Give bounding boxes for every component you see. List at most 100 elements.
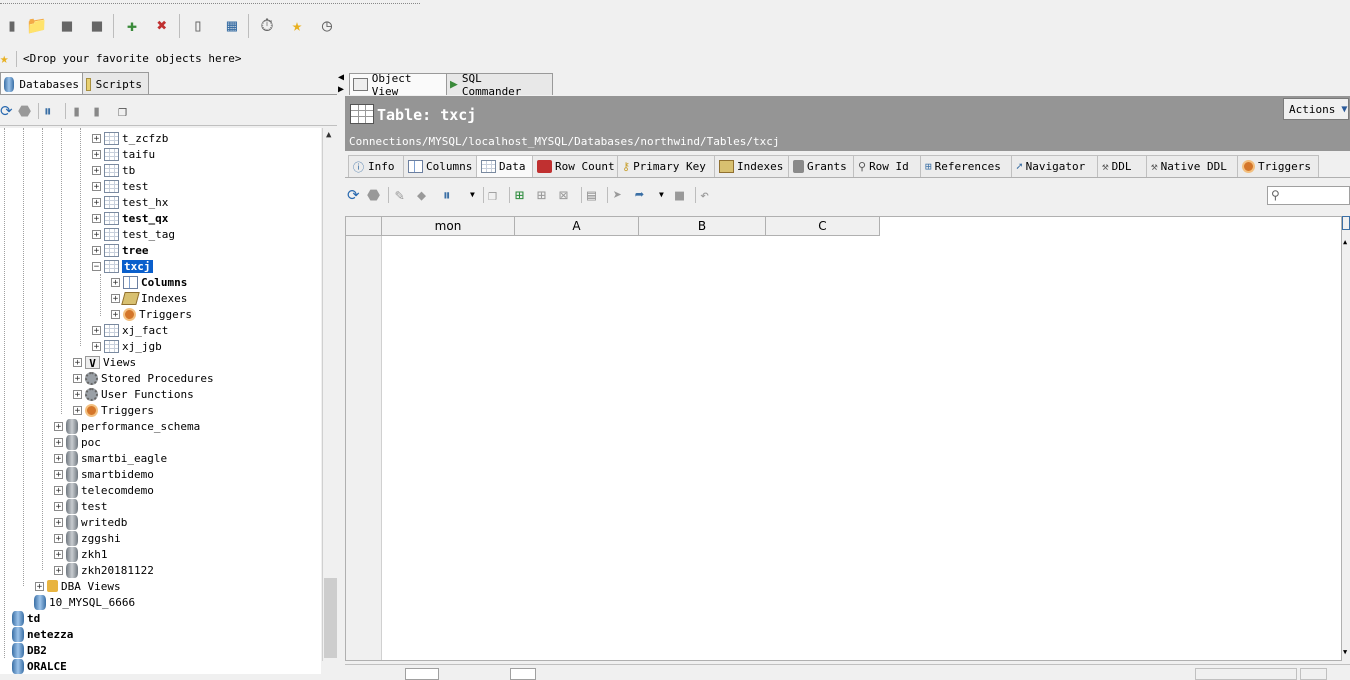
undo-icon[interactable]: ↶ bbox=[700, 186, 709, 204]
copy-icon[interactable]: ❐ bbox=[488, 186, 497, 204]
open-folder-icon[interactable]: 📁 bbox=[25, 14, 49, 38]
chevron-down-icon[interactable]: ▼ bbox=[470, 190, 475, 199]
form-view-icon[interactable]: ▤ bbox=[587, 186, 596, 204]
tab-triggers[interactable]: Triggers bbox=[1237, 155, 1319, 177]
tree-table-node[interactable]: + xj_jgb bbox=[92, 338, 162, 354]
tree-database-node[interactable]: + smartbi_eagle bbox=[54, 450, 167, 466]
tree-table-node[interactable]: + t_zcfzb bbox=[92, 130, 168, 146]
expand-icon[interactable]: + bbox=[92, 213, 101, 223]
tab-sql-commander[interactable]: ▶ SQL Commander bbox=[446, 72, 553, 98]
tree-database-node[interactable]: + test bbox=[54, 498, 108, 514]
tab-columns[interactable]: Columns bbox=[403, 155, 481, 177]
expand-icon[interactable]: + bbox=[111, 309, 120, 319]
scroll-up-arrow-icon[interactable]: ▲ bbox=[1343, 238, 1347, 246]
expand-icon[interactable]: + bbox=[73, 405, 82, 415]
tab-ddl[interactable]: ⚒ DDL bbox=[1097, 155, 1151, 177]
quick-filter-input[interactable]: ⚲ bbox=[1267, 186, 1350, 205]
tree-scrollbar[interactable]: ▲ bbox=[322, 128, 338, 661]
filter-icon[interactable]: ⏸ bbox=[443, 186, 451, 204]
tree-server-node[interactable]: netezza bbox=[12, 626, 73, 642]
expand-icon[interactable]: + bbox=[54, 549, 63, 559]
tree-table-node[interactable]: + xj_fact bbox=[92, 322, 168, 338]
tab-databases[interactable]: Databases bbox=[0, 72, 86, 95]
expand-icon[interactable]: + bbox=[73, 373, 82, 383]
tree-table-node[interactable]: + test_tag bbox=[92, 226, 175, 242]
expand-icon[interactable]: + bbox=[54, 517, 63, 527]
tree-table-node[interactable]: + tree bbox=[92, 242, 149, 258]
expand-icon[interactable]: + bbox=[54, 501, 63, 511]
tab-native-ddl[interactable]: ⚒ Native DDL bbox=[1146, 155, 1242, 177]
tab-navigator[interactable]: ➚ Navigator bbox=[1011, 155, 1103, 177]
tab-info[interactable]: ⓘ Info bbox=[348, 155, 406, 177]
expand-icon[interactable]: + bbox=[54, 453, 63, 463]
tree-views-node[interactable]: + V Views bbox=[73, 354, 136, 370]
tree-database-node[interactable]: + telecomdemo bbox=[54, 482, 154, 498]
tree-server-node[interactable]: td bbox=[12, 610, 40, 626]
splitter-right-arrow-icon[interactable]: ▶ bbox=[338, 84, 344, 95]
tree-triggers-folder-node[interactable]: + Triggers bbox=[73, 402, 154, 418]
tab-primary-key[interactable]: ⚷ Primary Key bbox=[617, 155, 719, 177]
max-rows-field[interactable] bbox=[405, 668, 439, 680]
tree-table-node[interactable]: + test_hx bbox=[92, 194, 168, 210]
expand-icon[interactable]: + bbox=[92, 133, 101, 143]
column-header-mon[interactable]: mon bbox=[382, 217, 515, 236]
tree-database-node[interactable]: + performance_schema bbox=[54, 418, 200, 434]
expand-icon[interactable]: + bbox=[111, 277, 120, 287]
format-icon[interactable]: ◆ bbox=[417, 186, 426, 204]
clipboard-icon[interactable]: ▦ bbox=[220, 14, 244, 38]
server-icon[interactable]: ▯ bbox=[186, 14, 210, 38]
history-icon[interactable]: ◷ bbox=[315, 14, 339, 38]
tree-columns-node[interactable]: + Columns bbox=[111, 274, 187, 290]
expand-icon[interactable]: + bbox=[111, 293, 120, 303]
disconnect-icon[interactable]: ✖ bbox=[150, 14, 174, 38]
splitter-left-arrow-icon[interactable]: ◀ bbox=[338, 72, 344, 83]
column-header-c[interactable]: C bbox=[766, 217, 880, 236]
tree-indexes-node[interactable]: + Indexes bbox=[111, 290, 187, 306]
tree-table-node[interactable]: + taifu bbox=[92, 146, 155, 162]
tree-database-node[interactable]: + zkh1 bbox=[54, 546, 108, 562]
tree-scrollbar-thumb[interactable] bbox=[324, 578, 337, 658]
expand-icon[interactable]: + bbox=[54, 485, 63, 495]
tab-grants[interactable]: Grants bbox=[788, 155, 856, 177]
delete-row-icon[interactable]: ⊠ bbox=[559, 186, 568, 204]
expand-icon[interactable]: + bbox=[54, 469, 63, 479]
expand-icon[interactable]: + bbox=[92, 245, 101, 255]
grid-scrollbar[interactable]: ▲ ▼ bbox=[1342, 216, 1350, 661]
refresh-icon[interactable]: ⟳ bbox=[0, 102, 13, 120]
column-header-b[interactable]: B bbox=[639, 217, 766, 236]
column-header-a[interactable]: A bbox=[515, 217, 639, 236]
tree-database-node[interactable]: + poc bbox=[54, 434, 101, 450]
tree-database-node[interactable]: + smartbidemo bbox=[54, 466, 154, 482]
tree-procedures-node[interactable]: + Stored Procedures bbox=[73, 370, 214, 386]
paste-icon[interactable]: ▮ bbox=[92, 102, 101, 120]
tab-object-view[interactable]: Object View bbox=[349, 72, 450, 98]
new-connection-icon[interactable]: ▮ bbox=[0, 14, 24, 38]
edit-icon[interactable]: ✎ bbox=[395, 186, 404, 204]
tree-table-node[interactable]: + test_qx bbox=[92, 210, 168, 226]
expand-icon[interactable]: + bbox=[54, 533, 63, 543]
tree-connection-node[interactable]: 10_MYSQL_6666 bbox=[30, 594, 135, 610]
favorites-bar[interactable]: ★ <Drop your favorite objects here> bbox=[0, 48, 1350, 70]
data-grid[interactable]: mon A B C bbox=[345, 216, 1342, 661]
connect-icon[interactable]: ✚ bbox=[120, 14, 144, 38]
refresh-icon[interactable]: ⟳ bbox=[347, 186, 360, 204]
tab-indexes[interactable]: Indexes bbox=[714, 155, 791, 177]
expand-icon[interactable]: + bbox=[35, 581, 44, 591]
expand-icon[interactable]: + bbox=[54, 437, 63, 447]
tree-server-node[interactable]: DB2 bbox=[12, 642, 47, 658]
scroll-up-arrow-icon[interactable]: ▲ bbox=[326, 130, 331, 140]
expand-icon[interactable]: + bbox=[92, 341, 101, 351]
expand-icon[interactable]: + bbox=[92, 325, 101, 335]
expand-icon[interactable]: + bbox=[54, 421, 63, 431]
max-chars-field[interactable] bbox=[510, 668, 536, 680]
actions-button[interactable]: Actions ▼ bbox=[1283, 98, 1349, 120]
tab-row-id[interactable]: ⚲ Row Id bbox=[853, 155, 925, 177]
tree-database-node[interactable]: + zkh20181122 bbox=[54, 562, 154, 578]
tab-scripts[interactable]: Scripts bbox=[82, 72, 149, 95]
expand-icon[interactable]: + bbox=[73, 357, 82, 367]
filter-icon[interactable]: ⏸ bbox=[44, 102, 52, 120]
tab-data[interactable]: Data bbox=[476, 155, 536, 177]
copy-icon[interactable]: ▮ bbox=[72, 102, 81, 120]
database-tree[interactable]: + t_zcfzb + taifu + tb + test + test_hx + test… bbox=[0, 128, 321, 674]
tree-dba-views-node[interactable]: + DBA Views bbox=[35, 578, 121, 594]
